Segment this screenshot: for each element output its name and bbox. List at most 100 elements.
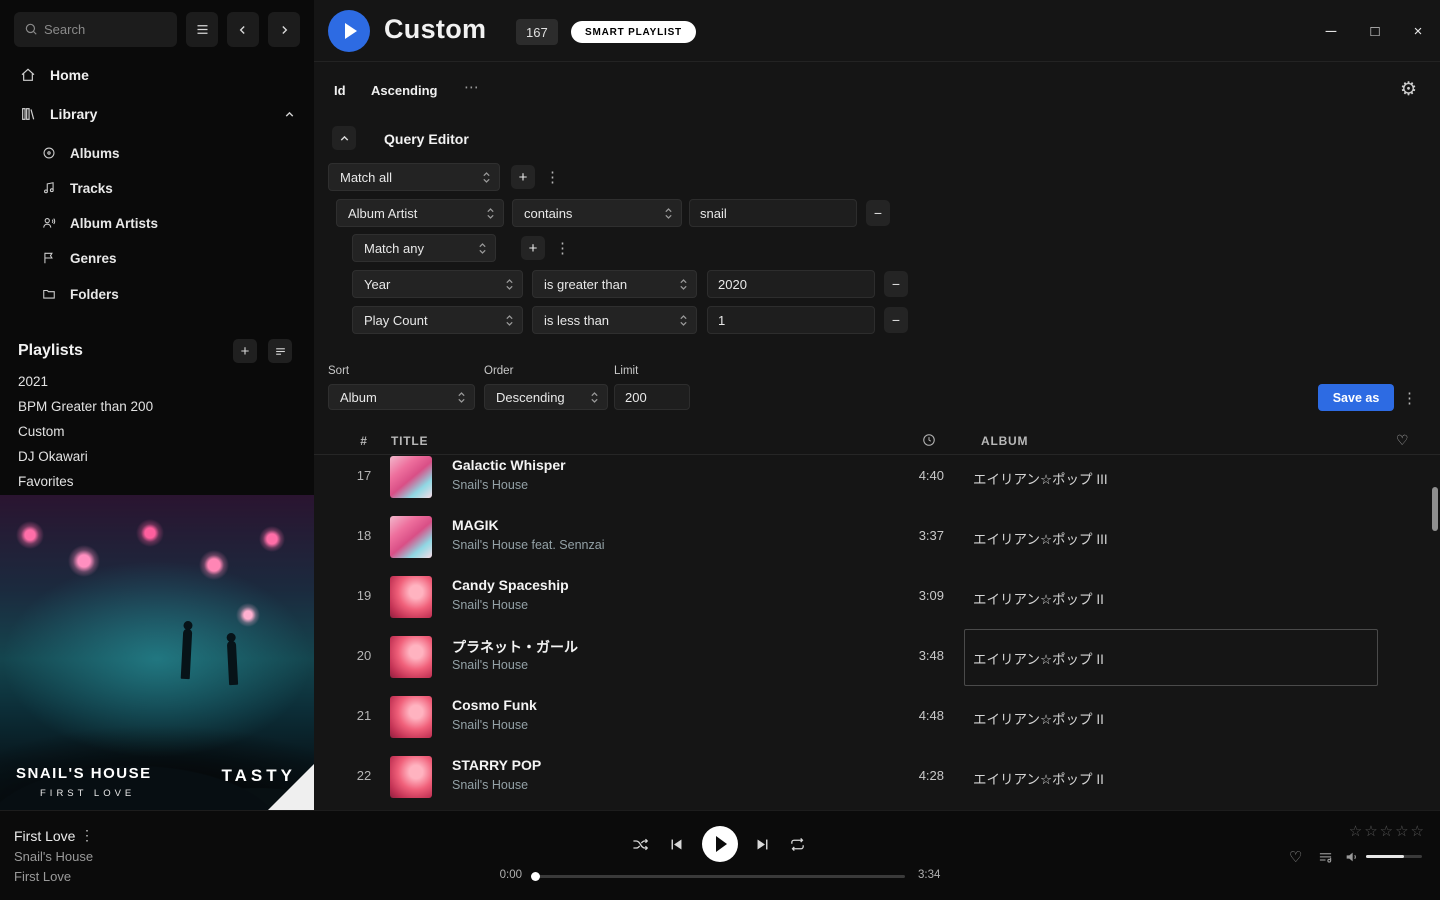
window-minimize-button[interactable]: ─ <box>1317 17 1345 45</box>
repeat-button[interactable] <box>789 836 806 853</box>
column-header-album[interactable]: ALBUM <box>981 434 1028 448</box>
track-row[interactable]: 22 STARRY POP Snail's House 4:28 エイリアン☆ポ… <box>314 747 1440 807</box>
playlist-item[interactable]: Custom <box>0 419 314 444</box>
search-input[interactable] <box>44 12 172 47</box>
playlist-item[interactable]: DJ Okawari <box>0 444 314 469</box>
sort-direction-button[interactable]: Ascending <box>371 83 437 98</box>
limit-input[interactable] <box>614 384 690 410</box>
nav-back-button[interactable] <box>227 12 259 47</box>
sort-field-button[interactable]: Id <box>334 83 346 98</box>
shuffle-button[interactable] <box>632 836 649 853</box>
star-icon[interactable]: ☆ <box>1380 822 1393 840</box>
window-maximize-button[interactable]: □ <box>1361 17 1389 45</box>
clock-icon[interactable] <box>922 433 936 447</box>
nav-forward-button[interactable] <box>268 12 300 47</box>
star-icon[interactable]: ☆ <box>1395 822 1408 840</box>
remove-rule-button[interactable]: − <box>884 271 908 297</box>
now-playing-artwork[interactable]: SNAIL'S HOUSE FIRST LOVE TASTY <box>0 495 314 810</box>
column-header-index[interactable]: # <box>344 434 384 448</box>
sidebar-item-home[interactable]: Home <box>0 58 314 92</box>
menu-button[interactable] <box>186 12 218 47</box>
rule-operator-select[interactable]: is less than <box>532 306 697 334</box>
settings-gear-button[interactable]: ⚙ <box>1400 78 1417 101</box>
track-row[interactable]: 20 プラネット・ガール Snail's House 3:48 エイリアン☆ポッ… <box>314 627 1440 687</box>
sort-select[interactable]: Album <box>328 384 475 410</box>
volume-slider[interactable] <box>1366 855 1422 858</box>
sidebar-item-label: Home <box>50 67 89 83</box>
track-menu-button[interactable]: ⋮ <box>80 827 94 844</box>
artwork-artist-text: SNAIL'S HOUSE <box>16 765 152 782</box>
query-overflow-button[interactable]: ⋮ <box>1402 389 1417 407</box>
rule-operator-select[interactable]: is greater than <box>532 270 697 298</box>
add-playlist-button[interactable]: + <box>233 339 257 363</box>
track-row[interactable]: 21 Cosmo Funk Snail's House 4:48 エイリアン☆ポ… <box>314 687 1440 747</box>
updown-icon <box>482 171 491 184</box>
playlist-options-button[interactable] <box>268 339 292 363</box>
heart-icon[interactable]: ♡ <box>1396 432 1409 449</box>
artwork-corner-triangle <box>268 764 314 810</box>
play-playlist-button[interactable] <box>328 10 370 52</box>
column-header-title[interactable]: TITLE <box>391 434 428 448</box>
list-icon <box>274 345 287 358</box>
order-label: Order <box>484 365 513 377</box>
sidebar-item-tracks[interactable]: Tracks <box>0 171 314 205</box>
now-playing-album: First Love <box>14 869 71 884</box>
header-overflow-button[interactable]: ⋯ <box>464 78 479 96</box>
order-select[interactable]: Descending <box>484 384 608 410</box>
sidebar-item-label: Tracks <box>70 181 113 196</box>
rule-field-select[interactable]: Year <box>352 270 523 298</box>
rule-value-input[interactable] <box>707 306 875 334</box>
subgroup-match-select[interactable]: Match any <box>352 234 496 262</box>
rule-value-input[interactable] <box>689 199 857 227</box>
updown-icon <box>679 278 688 291</box>
group-menu-button[interactable]: ⋮ <box>545 168 560 186</box>
rule-field-select[interactable]: Album Artist <box>336 199 504 227</box>
sidebar-item-album-artists[interactable]: Album Artists <box>0 206 314 240</box>
match-type-select[interactable]: Match all <box>328 163 500 191</box>
star-rating[interactable]: ☆ ☆ ☆ ☆ ☆ <box>1349 822 1424 840</box>
playlist-item[interactable]: Favorites <box>0 469 314 494</box>
track-row[interactable]: 19 Candy Spaceship Snail's House 3:09 エイ… <box>314 567 1440 627</box>
remove-rule-button[interactable]: − <box>884 307 908 333</box>
add-rule-button[interactable]: + <box>511 165 535 189</box>
track-row[interactable]: 17 Galactic Whisper Snail's House 4:40 エ… <box>314 456 1440 507</box>
artist-icon <box>42 216 56 230</box>
search-box[interactable] <box>14 12 177 47</box>
playlist-item[interactable]: BPM Greater than 200 <box>0 394 314 419</box>
save-as-button[interactable]: Save as <box>1318 384 1394 411</box>
queue-button[interactable] <box>1318 850 1333 865</box>
rule-operator-select[interactable]: contains <box>512 199 682 227</box>
seek-handle[interactable] <box>531 872 540 881</box>
repeat-icon <box>789 836 806 853</box>
star-icon[interactable]: ☆ <box>1364 822 1377 840</box>
rule-value-input[interactable] <box>707 270 875 298</box>
volume-button[interactable] <box>1344 849 1360 865</box>
library-icon <box>20 106 36 122</box>
next-button[interactable] <box>754 836 771 853</box>
sidebar-item-albums[interactable]: Albums <box>0 136 314 170</box>
note-icon <box>42 181 56 195</box>
queue-icon <box>1318 850 1333 865</box>
star-icon[interactable]: ☆ <box>1349 822 1362 840</box>
sidebar-item-folders[interactable]: Folders <box>0 277 314 311</box>
track-row[interactable]: 18 MAGIK Snail's House feat. Sennzai 3:3… <box>314 507 1440 567</box>
star-icon[interactable]: ☆ <box>1411 822 1424 840</box>
seek-bar[interactable] <box>535 875 905 878</box>
favorite-heart-button[interactable]: ♡ <box>1289 848 1302 866</box>
chevron-up-icon[interactable] <box>283 108 296 121</box>
window-close-button[interactable]: × <box>1404 17 1432 45</box>
rule-field-select[interactable]: Play Count <box>352 306 523 334</box>
shuffle-icon <box>632 836 649 853</box>
remove-rule-button[interactable]: − <box>866 200 890 226</box>
query-editor-collapse-button[interactable] <box>332 126 356 150</box>
previous-button[interactable] <box>668 836 685 853</box>
artwork-title-text: FIRST LOVE <box>40 788 135 799</box>
sidebar-item-genres[interactable]: Genres <box>0 241 314 275</box>
add-subrule-button[interactable]: + <box>521 236 545 260</box>
sidebar-item-library[interactable]: Library <box>0 97 314 131</box>
play-pause-button[interactable] <box>702 826 738 862</box>
playlist-item[interactable]: 2021 <box>0 369 314 394</box>
now-playing-artist: Snail's House <box>14 849 93 864</box>
scrollbar-thumb[interactable] <box>1432 487 1438 531</box>
subgroup-menu-button[interactable]: ⋮ <box>555 239 570 257</box>
